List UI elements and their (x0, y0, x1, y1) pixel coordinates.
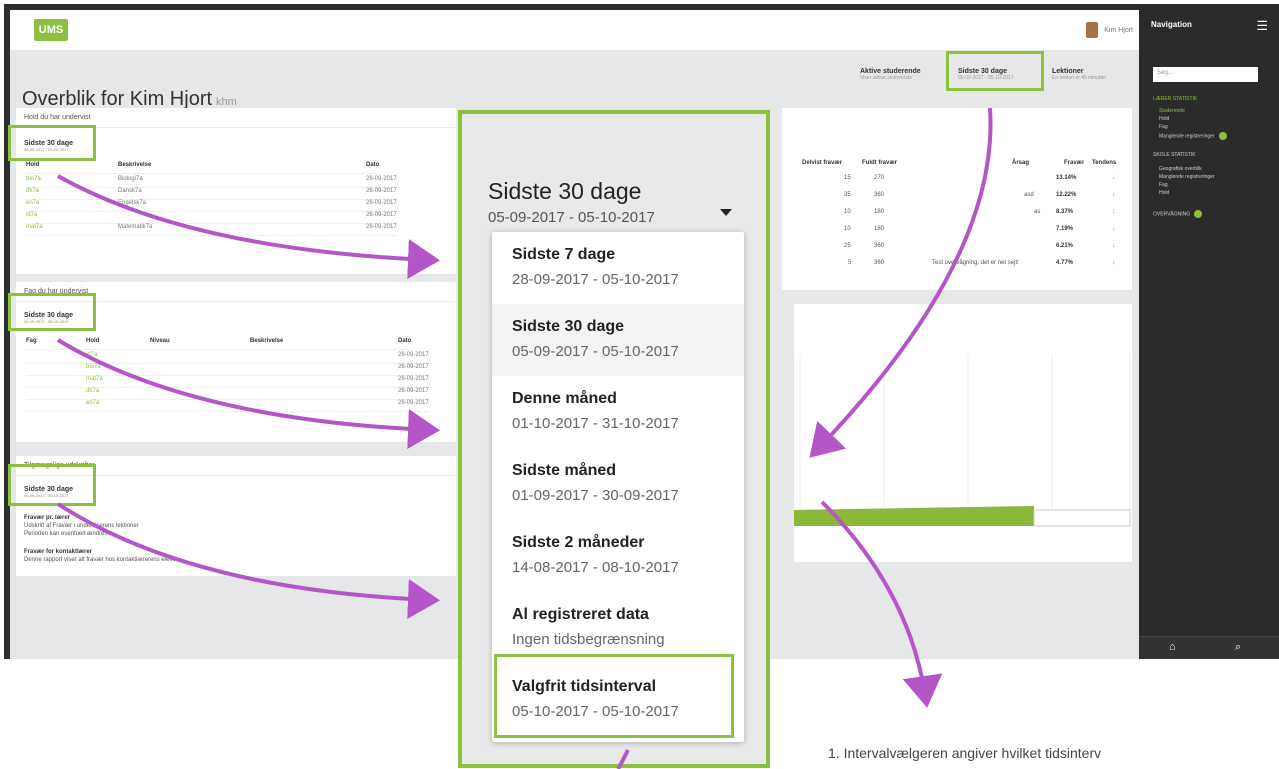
arrow (809, 107, 993, 458)
arrow (57, 174, 440, 279)
arrow (56, 502, 440, 619)
annotation-arrows (56, 107, 993, 769)
arrow (820, 500, 943, 708)
caption-text: 1. Intervalvælgeren angiver hvilket tids… (828, 745, 1102, 761)
arrow (616, 749, 630, 769)
arrow (56, 338, 440, 449)
